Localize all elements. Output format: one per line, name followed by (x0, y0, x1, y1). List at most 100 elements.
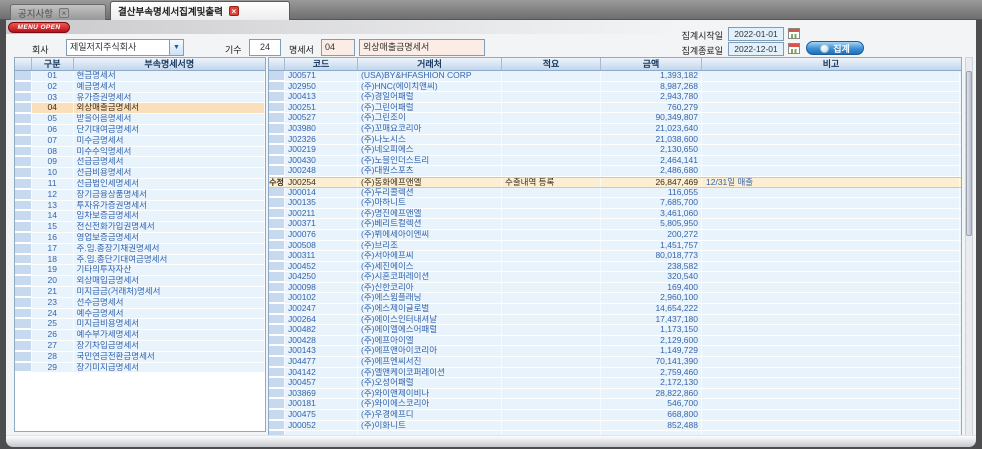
detail-table-row[interactable]: 수정J00254(주)동화에프앤엘수출내역 등록26,847,46912/31일… (269, 177, 961, 188)
detail-table-row[interactable]: J02326(주)나노시스21,038,600 (269, 135, 961, 146)
row-status-marker[interactable] (269, 145, 285, 155)
row-status-marker[interactable] (269, 113, 285, 123)
row-selector[interactable] (15, 147, 32, 157)
statement-list-item[interactable]: 21미지급금(거래처)명세서 (15, 287, 265, 298)
detail-table-row[interactable]: J00527(주)그린조이90,349,807 (269, 113, 961, 124)
row-status-marker[interactable]: 수정 (269, 178, 285, 187)
end-date-input[interactable]: 2022-12-01 (728, 42, 784, 56)
company-dropdown[interactable]: 제일저지주식회사 ▼ (66, 39, 184, 56)
detail-table-row[interactable]: J03869(주)와이앤제이비나28,822,860 (269, 389, 961, 400)
detail-table-row[interactable]: J00219(주)네오피에스2,130,650 (269, 145, 961, 156)
row-selector[interactable] (15, 309, 32, 319)
row-status-marker[interactable] (269, 368, 285, 378)
row-selector[interactable] (15, 330, 32, 340)
row-selector[interactable] (15, 222, 32, 232)
row-selector[interactable] (15, 298, 32, 308)
detail-table-row[interactable]: J00475(주)우경에프디668,800 (269, 410, 961, 421)
detail-table-row[interactable]: J00430(주)노블인더스트리2,464,141 (269, 156, 961, 167)
chevron-down-icon[interactable]: ▼ (169, 40, 183, 55)
statement-list-item[interactable]: 16영업보증금명세서 (15, 233, 265, 244)
tab-notice[interactable]: 공지사항 × (10, 4, 106, 20)
row-selector[interactable] (15, 82, 32, 92)
row-selector[interactable] (15, 179, 32, 189)
detail-table-row[interactable]: J03980(주)꼬매요코리아21,023,640 (269, 124, 961, 135)
detail-table-row[interactable]: J00102(주)에스윔플래닝2,960,100 (269, 293, 961, 304)
row-selector[interactable] (15, 287, 32, 297)
row-status-marker[interactable] (269, 219, 285, 229)
detail-table-row[interactable]: J00052(주)이화니트852,488 (269, 421, 961, 432)
vertical-scrollbar[interactable] (965, 57, 973, 437)
row-status-marker[interactable] (269, 166, 285, 176)
detail-table-row[interactable]: J00452(주)세진에이스238,582 (269, 262, 961, 273)
statement-list-item[interactable]: 12장기금융상품명세서 (15, 190, 265, 201)
row-selector[interactable] (15, 114, 32, 124)
statement-list-item[interactable]: 27장기차입금명세서 (15, 341, 265, 352)
row-selector[interactable] (15, 265, 32, 275)
detail-table-row[interactable]: J00143(주)에프앤아이코리아1,149,729 (269, 346, 961, 357)
detail-table-row[interactable]: J00371(주)베리트컬렉션5,805,950 (269, 219, 961, 230)
statement-list-item[interactable]: 08미수수익명세서 (15, 147, 265, 158)
statement-list-item[interactable]: 15전신전화가입권명세서 (15, 222, 265, 233)
row-status-marker[interactable] (269, 92, 285, 102)
statement-list-item[interactable]: 06단기대여금명세서 (15, 125, 265, 136)
row-selector[interactable] (15, 233, 32, 243)
detail-table-row[interactable]: J00135(주)마하니트7,685,700 (269, 198, 961, 209)
row-status-marker[interactable] (269, 315, 285, 325)
row-selector[interactable] (15, 103, 32, 113)
row-status-marker[interactable] (269, 188, 285, 198)
statement-list-item[interactable]: 09선급금명세서 (15, 157, 265, 168)
statement-list-item[interactable]: 07미수금명세서 (15, 136, 265, 147)
statement-list-item[interactable]: 10선급비용명세서 (15, 168, 265, 179)
statement-list-item[interactable]: 23선수금명세서 (15, 298, 265, 309)
statement-list-item[interactable]: 17주.임.종장기채권명세서 (15, 244, 265, 255)
row-selector[interactable] (15, 168, 32, 178)
row-status-marker[interactable] (269, 71, 285, 81)
row-status-marker[interactable] (269, 283, 285, 293)
statement-name-input[interactable]: 외상매출금명세서 (359, 39, 485, 56)
row-status-marker[interactable] (269, 251, 285, 261)
row-selector[interactable] (15, 255, 32, 265)
start-date-input[interactable]: 2022-01-01 (728, 27, 784, 41)
row-status-marker[interactable] (269, 304, 285, 314)
statement-list-item[interactable]: 28국민연금전환금명세서 (15, 352, 265, 363)
row-status-marker[interactable] (269, 389, 285, 399)
statement-list-item[interactable]: 25미지급비용명세서 (15, 319, 265, 330)
detail-table-row[interactable]: J00251(주)그린어패럴760,279 (269, 103, 961, 114)
menu-open-badge[interactable]: MENU OPEN (8, 22, 70, 33)
detail-table-row[interactable]: J00428(주)에프아이엘2,129,600 (269, 336, 961, 347)
row-status-marker[interactable] (269, 209, 285, 219)
detail-table-row[interactable]: J00076(주)뷔에세아이엔씨200,272 (269, 230, 961, 241)
statement-list-item[interactable]: 11선급법인세명세서 (15, 179, 265, 190)
detail-table-row[interactable]: J04477(주)에프엔씨서진70,141,390 (269, 357, 961, 368)
row-selector[interactable] (15, 276, 32, 286)
statement-list-item[interactable]: 13투자유가증권명세서 (15, 201, 265, 212)
row-selector[interactable] (15, 211, 32, 221)
detail-table-row[interactable]: J00098(주)신한코리아169,400 (269, 283, 961, 294)
row-status-marker[interactable] (269, 82, 285, 92)
detail-table-row[interactable]: J00508(주)브리조1,451,757 (269, 241, 961, 252)
row-selector[interactable] (15, 190, 32, 200)
statement-list-item[interactable]: 14임차보증금명세서 (15, 211, 265, 222)
row-status-marker[interactable] (269, 241, 285, 251)
row-status-marker[interactable] (269, 198, 285, 208)
detail-table-row[interactable]: J00247(주)에스제이글로벌14,654,222 (269, 304, 961, 315)
detail-table-row[interactable]: J00457(주)오성어패럴2,172,130 (269, 378, 961, 389)
row-status-marker[interactable] (269, 135, 285, 145)
row-status-marker[interactable] (269, 156, 285, 166)
statement-list-item[interactable]: 02예금명세서 (15, 82, 265, 93)
detail-table-row[interactable]: J00211(주)명진에프앤엘3,461,060 (269, 209, 961, 220)
statement-list-item[interactable]: 24예수금명세서 (15, 309, 265, 320)
statement-code-input[interactable]: 04 (321, 39, 355, 56)
statement-list-item[interactable]: 05받을어음명세서 (15, 114, 265, 125)
row-status-marker[interactable] (269, 325, 285, 335)
row-selector[interactable] (15, 157, 32, 167)
row-status-marker[interactable] (269, 103, 285, 113)
row-status-marker[interactable] (269, 399, 285, 409)
row-selector[interactable] (15, 71, 32, 81)
detail-table-row[interactable]: J00014(주)두리콜렉션116,055 (269, 188, 961, 199)
row-status-marker[interactable] (269, 124, 285, 134)
detail-table-row[interactable]: J04250(주)시혼코퍼레이션320,540 (269, 272, 961, 283)
calendar-icon[interactable] (788, 28, 800, 39)
statement-list-item[interactable]: 03유가증권명세서 (15, 93, 265, 104)
row-status-marker[interactable] (269, 410, 285, 420)
